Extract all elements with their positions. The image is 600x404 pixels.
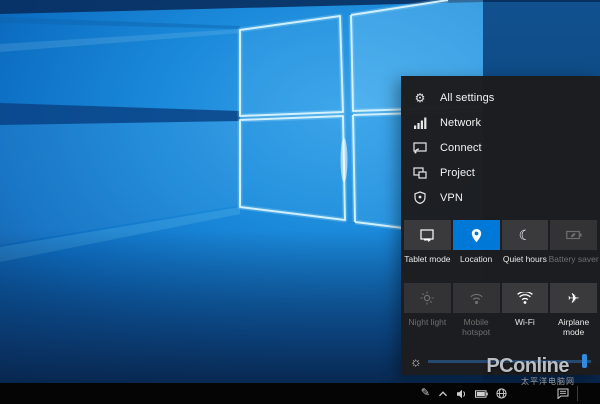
mobile-hotspot-icon (469, 292, 484, 305)
quick-action-cell: Mobile hotspot (452, 283, 500, 346)
desktop[interactable]: ⚙ All settings Network Connect Project V… (0, 0, 600, 404)
brightness-sun-icon: ☼ (410, 353, 422, 369)
tile-label: Tablet mode (404, 254, 451, 264)
action-center-icon[interactable] (557, 388, 569, 399)
wifi-tile[interactable] (501, 283, 549, 313)
night-light-tile[interactable] (404, 283, 451, 313)
battery-saver-tile[interactable] (550, 220, 597, 250)
taskbar[interactable]: ✎ (0, 383, 600, 404)
location-icon (470, 228, 483, 243)
tile-label: Quiet hours (502, 254, 547, 264)
quiet-hours-icon: ☾ (518, 227, 532, 243)
show-desktop-button[interactable] (586, 383, 591, 404)
menu-item-network[interactable]: Network (401, 110, 600, 135)
tile-label: Wi-Fi (514, 317, 535, 327)
quick-action-cell: Night light (404, 283, 451, 346)
tablet-mode-icon (419, 228, 435, 242)
quick-action-cell: Wi-Fi (501, 283, 549, 346)
airplane-mode-icon: ✈ (567, 290, 580, 306)
menu-item-label: VPN (440, 191, 463, 204)
quick-actions-grid: Tablet mode Location ☾ Quiet hours Batte… (404, 220, 599, 346)
brightness-thumb[interactable] (582, 354, 588, 368)
quick-action-cell: ✈ Airplane mode (550, 283, 597, 346)
menu-item-label: Project (440, 166, 475, 179)
mobile-hotspot-tile[interactable] (452, 283, 500, 313)
system-clock[interactable] (515, 385, 549, 403)
network-signal-icon (412, 117, 428, 129)
action-center-panel: ⚙ All settings Network Connect Project V… (401, 76, 600, 375)
project-icon (412, 166, 428, 179)
tray-divider (577, 386, 578, 401)
volume-icon[interactable] (456, 389, 467, 399)
hidden-icons-chevron-icon[interactable] (438, 390, 448, 398)
menu-item-all-settings[interactable]: ⚙ All settings (401, 85, 600, 110)
menu-item-label: Network (440, 116, 482, 129)
quick-action-cell: ☾ Quiet hours (501, 220, 549, 283)
tile-label: Airplane mode (558, 317, 590, 338)
quick-action-cell: Battery saver (549, 220, 599, 283)
brightness-slider[interactable] (428, 354, 591, 368)
battery-icon[interactable] (475, 389, 488, 398)
menu-item-project[interactable]: Project (401, 160, 600, 185)
night-light-icon (420, 291, 434, 305)
menu-item-connect[interactable]: Connect (401, 135, 600, 160)
pen-icon[interactable]: ✎ (421, 388, 430, 399)
gear-icon: ⚙ (414, 90, 426, 105)
brightness-row: ☼ (410, 353, 591, 369)
airplane-mode-tile[interactable]: ✈ (550, 283, 597, 313)
battery-saver-icon (565, 230, 582, 240)
quick-action-cell: Tablet mode (404, 220, 451, 283)
brightness-slider-track[interactable] (428, 360, 591, 363)
location-tile[interactable] (452, 220, 500, 250)
menu-item-label: Connect (440, 141, 482, 154)
quick-action-cell: Location (452, 220, 500, 283)
tile-label: Mobile hotspot (462, 317, 491, 338)
vpn-icon (412, 191, 428, 204)
quiet-hours-tile[interactable]: ☾ (501, 220, 549, 250)
network-tray-icon[interactable] (496, 388, 507, 399)
menu-item-vpn[interactable]: VPN (401, 185, 600, 210)
connect-icon (412, 141, 428, 154)
tile-label: Battery saver (548, 254, 599, 264)
quick-links-menu: ⚙ All settings Network Connect Project V… (401, 76, 600, 210)
menu-item-label: All settings (440, 91, 495, 104)
tile-label: Night light (408, 317, 447, 327)
tablet-mode-tile[interactable] (404, 220, 451, 250)
tile-label: Location (460, 254, 493, 264)
wifi-icon (517, 292, 533, 304)
